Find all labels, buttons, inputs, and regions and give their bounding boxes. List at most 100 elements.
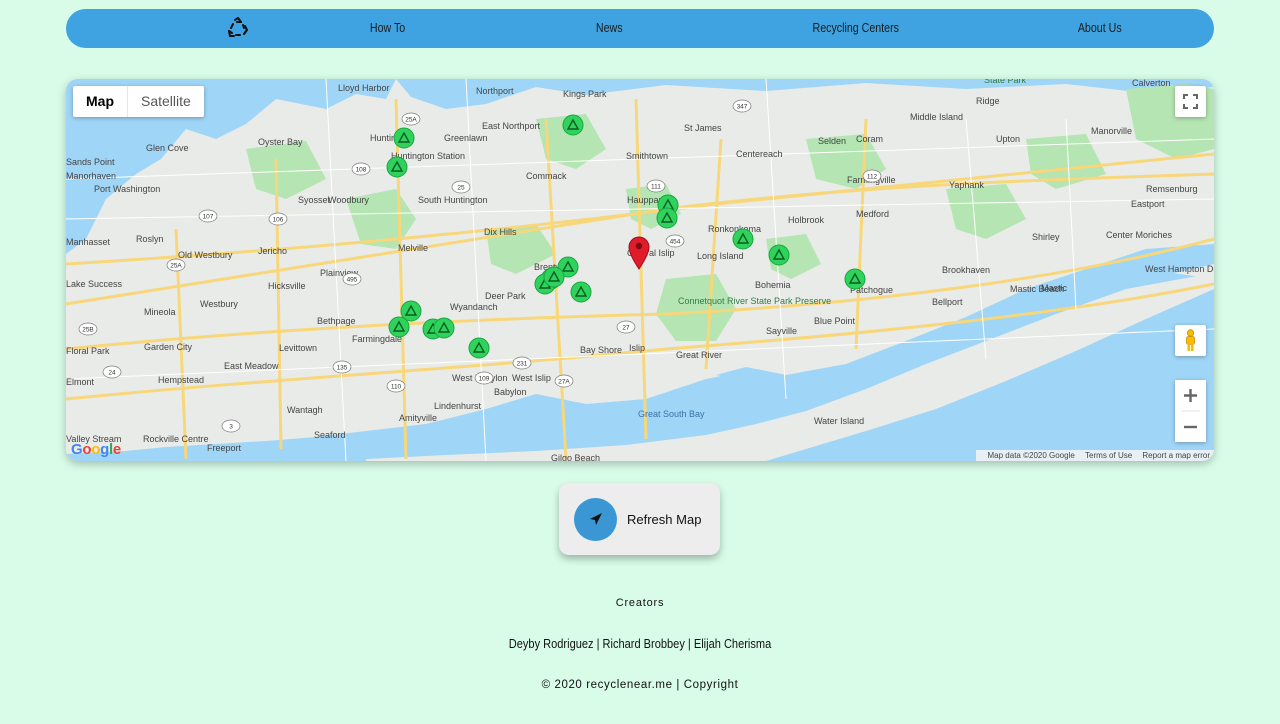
route-shield: 112 — [862, 169, 882, 183]
map-place-label: Bay Shore — [580, 345, 622, 355]
route-shield: 108 — [351, 162, 371, 176]
svg-text:106: 106 — [273, 217, 284, 224]
map-place-label: Coram — [856, 134, 883, 144]
map-place-label: Melville — [398, 243, 428, 253]
map-place-label: Remsenburg — [1146, 184, 1198, 194]
map-place-label: Centereach — [736, 149, 783, 159]
recycle-marker-icon[interactable] — [393, 127, 415, 149]
recycle-marker-icon[interactable] — [562, 114, 584, 136]
map-place-label: Levittown — [279, 343, 317, 353]
route-shield: 24 — [102, 365, 122, 379]
map-place-label: Sands Point — [66, 157, 115, 167]
top-nav: How To News Recycling Centers About Us — [66, 9, 1214, 48]
map-place-label: Lake Success — [66, 279, 123, 289]
map-place-label: South Huntington — [418, 195, 488, 205]
recycle-icon[interactable] — [226, 16, 250, 40]
recycle-marker-icon[interactable] — [656, 207, 678, 229]
map-place-label: Eastport — [1131, 199, 1165, 209]
route-shield: 25B — [78, 322, 98, 336]
nav-about-us[interactable]: About Us — [1078, 20, 1122, 35]
map-place-label: Water Island — [814, 416, 864, 426]
map-place-label: Long Island — [697, 251, 744, 261]
map-place-label: Manhasset — [66, 237, 111, 247]
svg-text:27A: 27A — [558, 379, 570, 386]
map-place-label: Great River — [676, 350, 722, 360]
map-place-label: Manorville — [1091, 126, 1132, 136]
map-place-label: Syosset — [298, 195, 331, 205]
nav-how-to[interactable]: How To — [370, 20, 405, 35]
map-place-label: Babylon — [494, 387, 527, 397]
map-place-label: Great South Bay — [638, 409, 705, 419]
map-place-label: Mastic Beach — [1010, 284, 1064, 294]
creator-names: Deyby Rodriguez | Richard Brobbey | Elij… — [508, 636, 772, 651]
map-place-label: Smithtown — [626, 151, 668, 161]
recycle-marker-icon[interactable] — [386, 156, 408, 178]
map-place-label: Bethpage — [317, 316, 356, 326]
svg-text:27: 27 — [622, 325, 630, 332]
route-shield: 109 — [474, 371, 494, 385]
map-place-label: Woodbury — [328, 195, 369, 205]
svg-text:111: 111 — [651, 184, 661, 191]
route-shield: 107 — [198, 209, 218, 223]
recycle-marker-icon[interactable] — [844, 268, 866, 290]
nav-recycling-centers[interactable]: Recycling Centers — [812, 20, 899, 35]
svg-text:25: 25 — [457, 185, 465, 192]
recycle-marker-icon[interactable] — [388, 316, 410, 338]
recycle-marker-icon[interactable] — [570, 281, 592, 303]
street-view-pegman-icon[interactable] — [1175, 325, 1206, 356]
map-place-label: West Hampton Dunes — [1145, 264, 1214, 274]
refresh-map-button[interactable]: Refresh Map — [559, 483, 720, 555]
google-logo[interactable]: Google — [71, 441, 121, 458]
map-place-label: Commack — [526, 171, 567, 181]
map-place-label: Center Moriches — [1106, 230, 1173, 240]
svg-text:109: 109 — [479, 376, 490, 383]
map-place-label: Lloyd Harbor — [338, 83, 390, 93]
zoom-in-icon[interactable] — [1175, 380, 1206, 411]
route-shield: 110 — [386, 379, 406, 393]
route-shield: 347 — [732, 99, 752, 113]
terms-link[interactable]: Terms of Use — [1085, 451, 1132, 460]
map-place-label: Holbrook — [788, 215, 825, 225]
nav-news[interactable]: News — [596, 20, 623, 35]
route-shield: 27A — [554, 374, 574, 388]
recycle-marker-icon[interactable] — [768, 244, 790, 266]
svg-text:495: 495 — [347, 277, 358, 284]
map-canvas[interactable]: Northport East Northport Kings Park St Jame… — [66, 79, 1214, 461]
map-place-label: East Northport — [482, 121, 541, 131]
report-error-link[interactable]: Report a map error — [1142, 451, 1210, 460]
fullscreen-icon[interactable] — [1175, 86, 1206, 117]
map-place-label: Deer Park — [485, 291, 526, 301]
svg-text:454: 454 — [670, 239, 681, 246]
svg-text:347: 347 — [737, 104, 748, 111]
map-place-label: St James — [684, 123, 722, 133]
map-place-label: Calverton — [1132, 79, 1171, 88]
route-shield: 25 — [451, 180, 471, 194]
recycle-marker-icon[interactable] — [433, 317, 455, 339]
navigation-arrow-icon — [574, 498, 617, 541]
svg-text:25A: 25A — [405, 117, 417, 124]
svg-text:110: 110 — [391, 384, 402, 391]
route-shield: 111 — [646, 179, 666, 193]
svg-text:112: 112 — [867, 174, 878, 181]
recycle-marker-icon[interactable] — [543, 266, 565, 288]
route-shield: 231 — [512, 356, 532, 370]
svg-text:231: 231 — [517, 361, 528, 368]
map-place-label: Oyster Bay — [258, 137, 303, 147]
map-type-map[interactable]: Map — [73, 86, 128, 117]
map-place-label: East Meadow — [224, 361, 279, 371]
recycle-marker-icon[interactable] — [732, 228, 754, 250]
map-place-label: Connetquot River State Park Preserve — [678, 296, 831, 306]
map-place-label: Bellport — [932, 297, 963, 307]
route-shield: 25A — [401, 112, 421, 126]
map-type-satellite[interactable]: Satellite — [128, 86, 204, 117]
map-place-label: Elmont — [66, 377, 95, 387]
zoom-out-icon[interactable] — [1175, 412, 1206, 442]
map-place-label: Dix Hills — [484, 227, 517, 237]
map-place-label: Old Westbury — [178, 250, 233, 260]
recycle-marker-icon[interactable] — [468, 337, 490, 359]
google-map[interactable]: Northport East Northport Kings Park St Jame… — [66, 79, 1214, 461]
route-shield: 454 — [665, 234, 685, 248]
map-place-label: Freeport — [207, 443, 242, 453]
map-place-label: Blue Point — [814, 316, 856, 326]
map-place-label: Medford — [856, 209, 889, 219]
